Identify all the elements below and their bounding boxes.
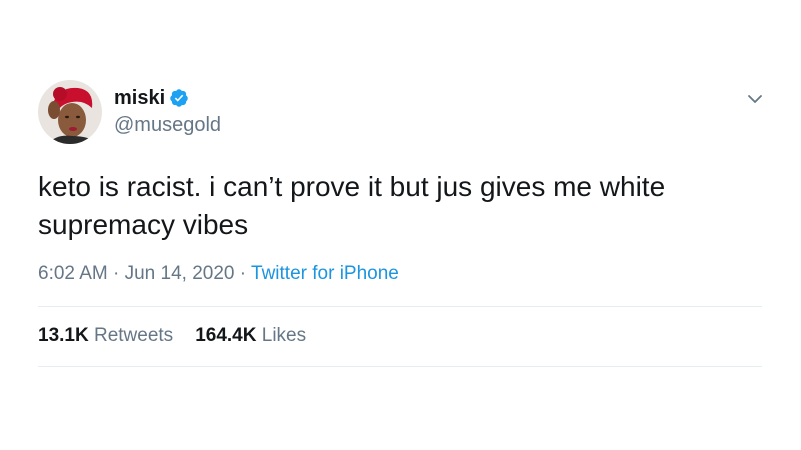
likes-count: 164.4K [195, 325, 257, 346]
avatar-image [38, 80, 102, 144]
divider [38, 366, 762, 367]
tweet-date[interactable]: Jun 14, 2020 [125, 263, 235, 284]
tweet-stats: 13.1K Retweets 164.4K Likes [38, 324, 328, 348]
tweet-header: miski @musegold [38, 80, 221, 144]
author-handle[interactable]: @musegold [114, 112, 221, 138]
divider [38, 306, 762, 307]
tweet-source-link[interactable]: Twitter for iPhone [251, 263, 399, 284]
likes-stat[interactable]: 164.4K Likes [195, 324, 306, 348]
meta-separator: · [234, 263, 252, 284]
tweet-meta: 6:02 AM · Jun 14, 2020 · Twitter for iPh… [38, 262, 399, 286]
avatar[interactable] [38, 80, 102, 144]
chevron-down-icon[interactable] [744, 88, 766, 110]
tweet-card: miski @musegold keto is racist. i can’t … [0, 0, 801, 450]
name-row: miski [114, 86, 221, 110]
tweet-text: keto is racist. i can’t prove it but jus… [38, 171, 666, 240]
verified-badge-icon [169, 88, 189, 108]
tweet-time[interactable]: 6:02 AM [38, 263, 108, 284]
author-display-name[interactable]: miski [114, 86, 165, 110]
likes-label: Likes [261, 325, 307, 346]
meta-separator: · [107, 263, 125, 284]
retweets-stat[interactable]: 13.1K Retweets [38, 324, 173, 348]
author-names: miski @musegold [114, 86, 221, 138]
retweets-label: Retweets [93, 325, 174, 346]
retweets-count: 13.1K [38, 325, 89, 346]
